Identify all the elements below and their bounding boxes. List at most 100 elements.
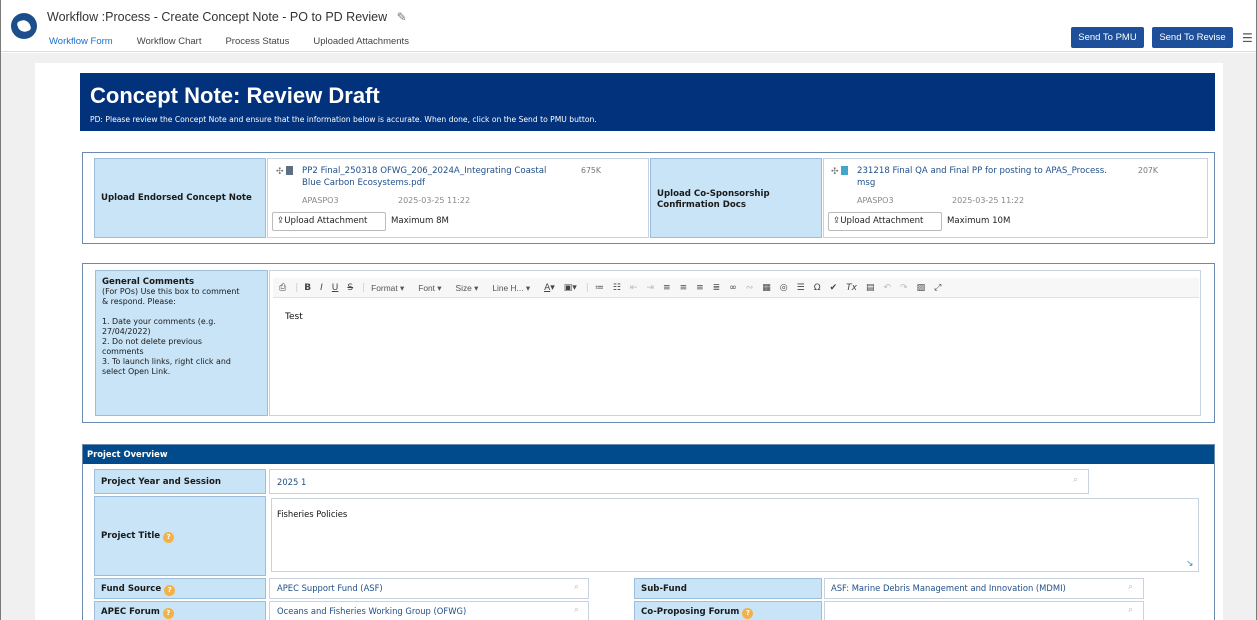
image-icon[interactable]: ▨ — [917, 283, 926, 293]
editor-toolbar: ⎙ | B I U S | Format ▾ Font ▾ Size ▾ Lin… — [273, 278, 1199, 298]
co-proposing-forum-field[interactable] — [824, 601, 1144, 620]
cosponsor-label-2: Confirmation Docs — [657, 200, 747, 210]
redo-icon[interactable]: ↷ — [900, 283, 908, 293]
search-icon[interactable]: ⌕ — [574, 582, 579, 592]
clear-format-icon[interactable]: Tx — [846, 283, 857, 293]
resize-handle-icon[interactable]: ↘ — [1186, 559, 1194, 569]
globe-icon[interactable]: ◎ — [780, 283, 788, 293]
link-icon[interactable]: ∞ — [729, 283, 737, 293]
strikethrough-icon[interactable]: S — [347, 283, 353, 293]
cosponsor-file-size: 207K — [1138, 166, 1158, 175]
endorsed-file-name-1: PP2 Final_250318 OFWG_206_2024A_Integrat… — [302, 166, 547, 176]
apec-forum-value: Oceans and Fisheries Working Group (OFWG… — [277, 606, 467, 616]
horizontal-rule-icon[interactable]: ☰ — [797, 283, 805, 293]
endorsed-note-label-text: Upload Endorsed Concept Note — [101, 193, 252, 203]
bold-icon[interactable]: B — [304, 283, 311, 293]
bg-color-icon[interactable]: ▣▾ — [564, 283, 577, 293]
move-handle-icon-2[interactable]: ✣ — [831, 166, 848, 177]
cosponsor-file-link[interactable]: 231218 Final QA and Final PP for posting… — [857, 165, 1107, 189]
sub-fund-value: ASF: Marine Debris Management and Innova… — [831, 583, 1066, 593]
help-icon[interactable]: ? — [162, 608, 174, 619]
size-dropdown-label: Size — [455, 282, 472, 293]
spellcheck-icon[interactable]: ✔ — [830, 283, 838, 293]
justify-icon[interactable]: ≣ — [713, 283, 721, 293]
endorsed-file-user: APASPO3 — [302, 196, 339, 205]
endorsed-upload-label: Upload Attachment — [284, 216, 368, 226]
send-to-revise-button[interactable]: Send To Revise — [1152, 27, 1233, 48]
help-icon[interactable]: ? — [742, 608, 754, 619]
msg-file-icon — [840, 166, 848, 175]
endorsed-file-link[interactable]: PP2 Final_250318 OFWG_206_2024A_Integrat… — [302, 165, 546, 189]
cosponsor-upload-button[interactable]: ⇪Upload Attachment — [828, 212, 942, 231]
comments-help-line: 3. To launch links, right click and — [102, 357, 231, 366]
tab-process-status[interactable]: Process Status — [213, 31, 301, 55]
workflow-title-text: Workflow :Process - Create Concept Note … — [47, 10, 388, 24]
comments-help-line: comments — [102, 347, 144, 356]
comments-help-line: & respond. Please: — [102, 297, 176, 306]
search-icon[interactable]: ⌕ — [1073, 475, 1078, 485]
cosponsor-docs-label-text: Upload Co-Sponsorship Confirmation Docs — [657, 189, 770, 211]
line-height-dropdown-label: Line H... — [492, 282, 524, 293]
tab-workflow-chart[interactable]: Workflow Chart — [125, 31, 214, 55]
page-instructions: PD: Please review the Concept Note and e… — [90, 115, 597, 124]
comments-help-line: select Open Link. — [102, 367, 171, 376]
indent-icon[interactable]: ⇥ — [646, 283, 654, 293]
search-icon[interactable]: ⌕ — [574, 605, 579, 615]
numbered-list-icon[interactable]: ≔ — [595, 283, 604, 293]
form-banner: Concept Note: Review Draft PD: Please re… — [80, 73, 1215, 131]
co-proposing-forum-label-words: Co-Proposing Forum — [641, 607, 740, 617]
send-to-pmu-button[interactable]: Send To PMU — [1071, 27, 1144, 48]
project-year-label-text: Project Year and Session — [101, 477, 221, 487]
font-dropdown-label: Font — [418, 282, 435, 293]
search-icon[interactable]: ⌕ — [1128, 582, 1133, 592]
edit-pencil-icon[interactable]: ✎ — [397, 10, 407, 24]
project-title-label: Project Title? — [94, 496, 266, 576]
menu-list-icon[interactable]: ☰ — [1242, 31, 1253, 45]
table-icon[interactable]: ▦ — [762, 283, 771, 293]
sub-fund-label: Sub-Fund — [634, 578, 822, 599]
underline-icon[interactable]: U — [332, 283, 339, 293]
apec-forum-label-words: APEC Forum — [101, 607, 160, 617]
source-icon[interactable]: ⎙ — [279, 283, 286, 293]
format-dropdown[interactable]: Format ▾ — [371, 283, 404, 293]
cosponsor-file-user: APASPO3 — [857, 196, 894, 205]
tab-workflow-form[interactable]: Workflow Form — [47, 31, 125, 55]
fullscreen-icon[interactable]: ⤢ — [934, 283, 941, 293]
move-handle-icon[interactable]: ✣ — [276, 166, 293, 177]
comments-text: Test — [285, 312, 303, 322]
general-comments-label: General Comments (For POs) Use this box … — [95, 270, 268, 416]
cosponsor-file-date: 2025-03-25 11:22 — [952, 196, 1025, 205]
undo-icon[interactable]: ↶ — [883, 283, 891, 293]
italic-icon[interactable]: I — [320, 283, 323, 293]
line-height-dropdown[interactable]: Line H... ▾ — [492, 283, 530, 293]
endorsed-upload-button[interactable]: ⇪Upload Attachment — [272, 212, 386, 231]
tab-uploaded-attachments[interactable]: Uploaded Attachments — [301, 31, 421, 55]
endorsed-file-date: 2025-03-25 11:22 — [398, 196, 471, 205]
comments-editor-body[interactable]: Test — [273, 298, 1199, 414]
project-year-label: Project Year and Session — [94, 469, 266, 494]
co-proposing-forum-label: Co-Proposing Forum? — [634, 601, 822, 620]
font-dropdown[interactable]: Font ▾ — [418, 283, 441, 293]
cosponsor-label-1: Upload Co-Sponsorship — [657, 189, 770, 199]
help-icon[interactable]: ? — [163, 532, 175, 543]
bulleted-list-icon[interactable]: ☷ — [613, 283, 621, 293]
align-center-icon[interactable]: ≡ — [680, 283, 688, 293]
help-icon[interactable]: ? — [164, 585, 176, 596]
special-char-icon[interactable]: Ω — [814, 283, 821, 293]
paste-icon[interactable]: ▤ — [866, 283, 875, 293]
size-dropdown[interactable]: Size ▾ — [456, 283, 479, 293]
align-right-icon[interactable]: ≡ — [696, 283, 704, 293]
project-year-field[interactable] — [269, 469, 1089, 494]
text-color-icon[interactable]: A▾ — [544, 283, 555, 293]
pdf-file-icon — [285, 166, 293, 175]
comments-help-line: 2. Do not delete previous — [102, 337, 202, 346]
align-left-icon[interactable]: ≡ — [663, 283, 671, 293]
app-logo[interactable] — [11, 13, 37, 39]
cosponsor-upload-label: Upload Attachment — [840, 216, 924, 226]
search-icon[interactable]: ⌕ — [1128, 605, 1133, 615]
endorsed-note-label: Upload Endorsed Concept Note — [94, 158, 266, 238]
outdent-icon[interactable]: ⇤ — [630, 283, 638, 293]
unlink-icon[interactable]: ∾ — [746, 283, 754, 293]
project-title-field[interactable] — [271, 498, 1199, 572]
workflow-title: Workflow :Process - Create Concept Note … — [47, 10, 407, 24]
